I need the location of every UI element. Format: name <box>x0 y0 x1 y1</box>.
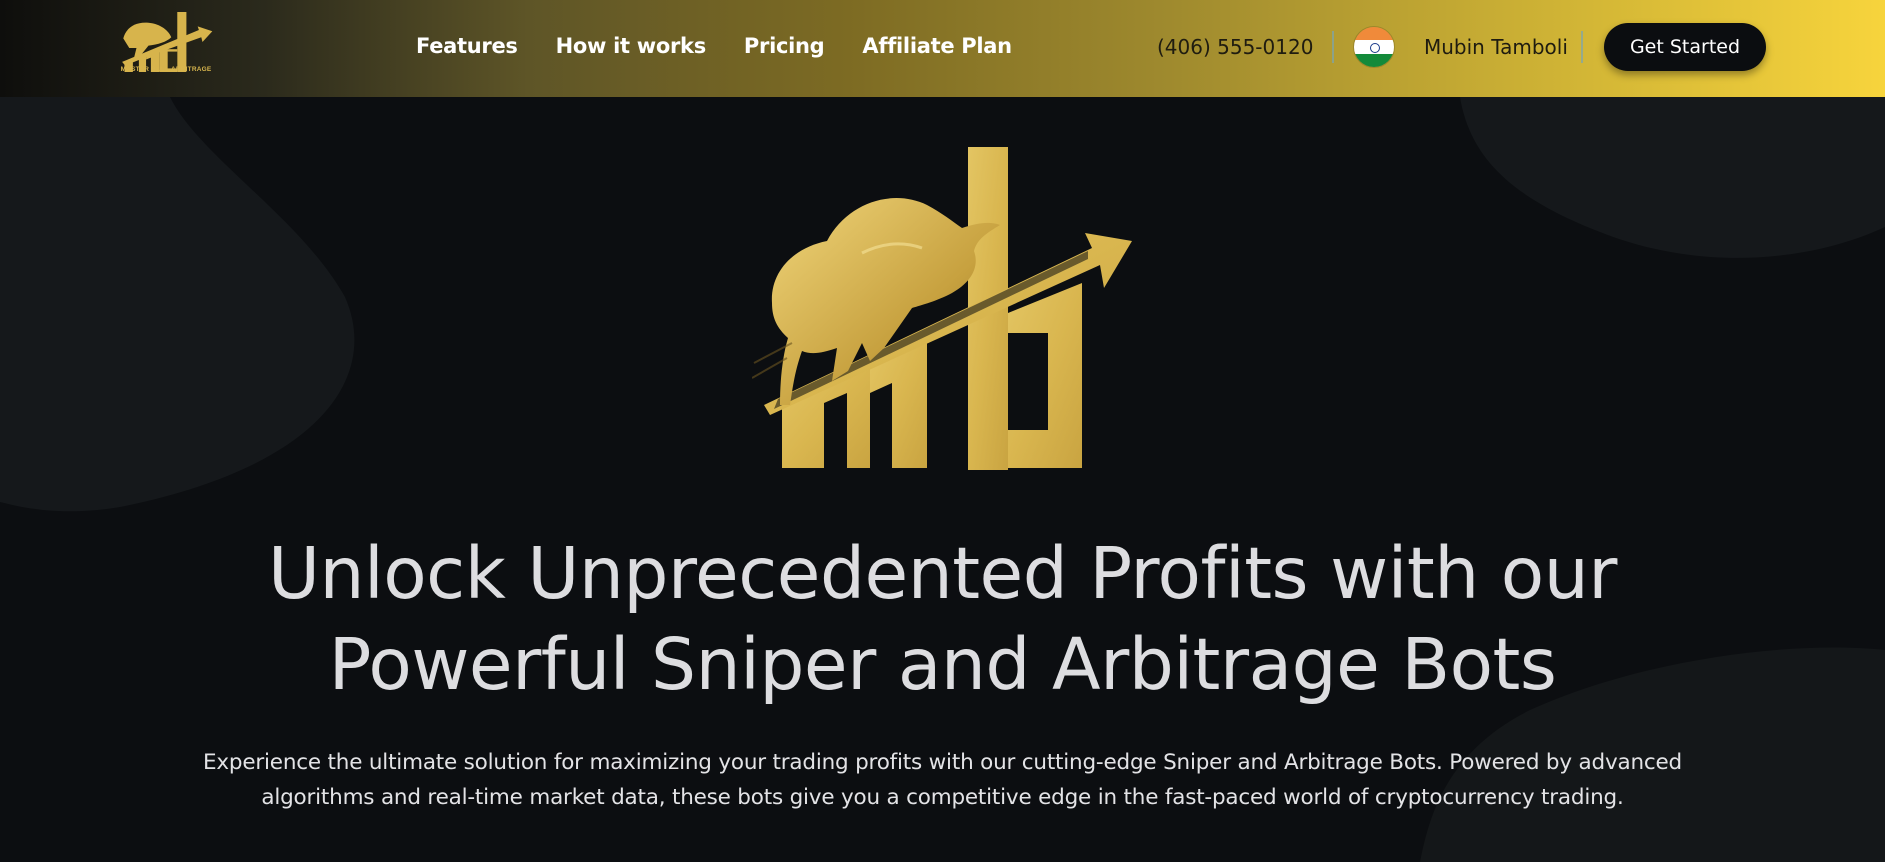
background-blob-left <box>0 97 355 512</box>
background-blob-right <box>1460 97 1885 258</box>
nav-how-it-works[interactable]: How it works <box>556 34 707 58</box>
nav-pricing[interactable]: Pricing <box>744 34 825 58</box>
brand-logo[interactable]: MASTER BULL ARBITRAGE <box>118 12 214 78</box>
hero-title-line-2: Powerful Sniper and Arbitrage Bots <box>328 623 1557 706</box>
top-navbar: MASTER BULL ARBITRAGE Features How it wo… <box>0 0 1885 97</box>
bull-chart-logo-icon <box>752 147 1132 470</box>
get-started-button[interactable]: Get Started <box>1604 23 1766 71</box>
nav-affiliate-plan[interactable]: Affiliate Plan <box>862 34 1012 58</box>
india-flag-icon[interactable] <box>1353 26 1395 68</box>
nav-features[interactable]: Features <box>416 34 518 58</box>
user-name[interactable]: Mubin Tamboli <box>1424 35 1568 59</box>
hero-title: Unlock Unprecedented Profits with our Po… <box>0 528 1885 710</box>
hero-title-line-1: Unlock Unprecedented Profits with our <box>268 532 1617 615</box>
header-divider <box>1581 31 1583 63</box>
main-nav: Features How it works Pricing Affiliate … <box>416 34 1050 58</box>
phone-number[interactable]: (406) 555-0120 <box>1157 35 1313 59</box>
hero-subtitle-line-2: algorithms and real-time market data, th… <box>261 785 1624 810</box>
logo-caption: MASTER BULL ARBITRAGE <box>120 66 212 73</box>
bull-chart-logo-icon <box>122 12 213 72</box>
header-divider <box>1332 31 1334 63</box>
hero-subtitle: Experience the ultimate solution for max… <box>150 745 1735 815</box>
hero-subtitle-line-1: Experience the ultimate solution for max… <box>203 750 1682 775</box>
